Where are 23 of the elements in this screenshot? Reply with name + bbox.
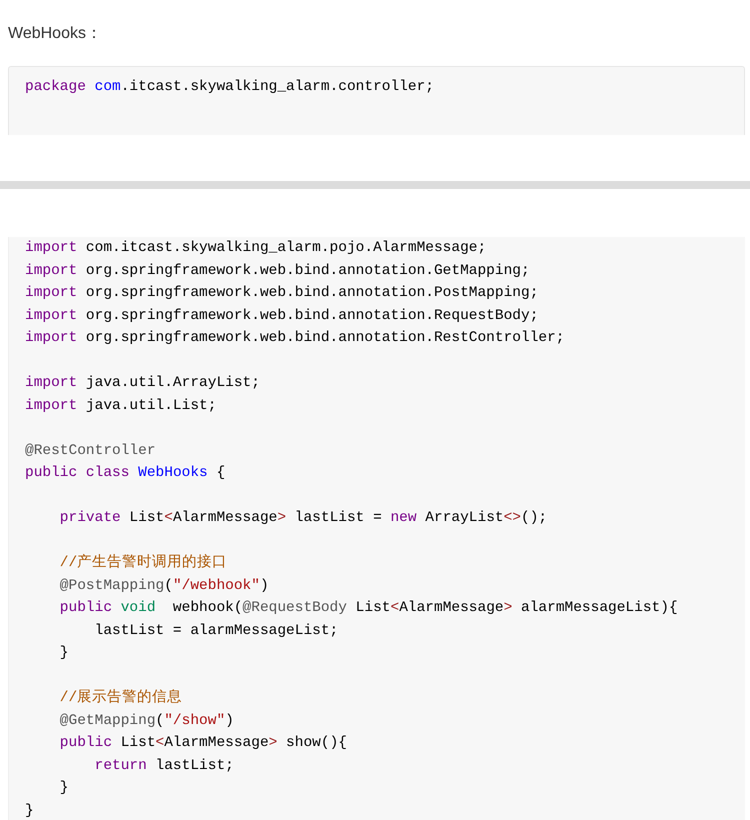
code-line: package com.itcast.skywalking_alarm.controller;	[25, 78, 434, 97]
code-line: lastList = alarmMessageList;	[94, 622, 338, 640]
code-line: //展示告警的信息	[58, 688, 182, 708]
code-line: import org.springframework.web.bind.annotation.RequestBody;	[25, 306, 538, 326]
code-line: @GetMapping("/show")	[58, 712, 234, 730]
code-line: }	[25, 802, 34, 820]
code-line: public class WebHooks {	[25, 464, 226, 483]
code-line: import java.util.ArrayList;	[25, 374, 260, 393]
code-line: }	[58, 779, 69, 798]
section-heading: WebHooks：	[8, 25, 102, 42]
code-line: return lastList;	[94, 756, 234, 776]
code-line: import java.util.List;	[25, 396, 216, 416]
code-line: private List<AlarmMessage> lastList = new ArrayList<>();	[58, 509, 548, 528]
code-line: @RestController	[25, 442, 156, 460]
code-line: }	[58, 644, 69, 663]
code-line: import org.springframework.web.bind.annotation.RestController;	[25, 329, 564, 348]
code-line: import org.springframework.web.bind.annotation.GetMapping;	[25, 262, 530, 280]
code-line: import org.springframework.web.bind.annotation.PostMapping;	[25, 284, 538, 303]
code-line: import com.itcast.skywalking_alarm.pojo.AlarmMessage;	[25, 239, 486, 258]
code-line: public void webhook(@RequestBody List<AlarmMessage> alarmMessageList){	[58, 599, 678, 618]
code-line: //产生告警时调用的接口	[58, 553, 228, 573]
code-line: public List<AlarmMessage> show(){	[58, 734, 347, 753]
code-line: @PostMapping("/webhook")	[58, 576, 269, 596]
